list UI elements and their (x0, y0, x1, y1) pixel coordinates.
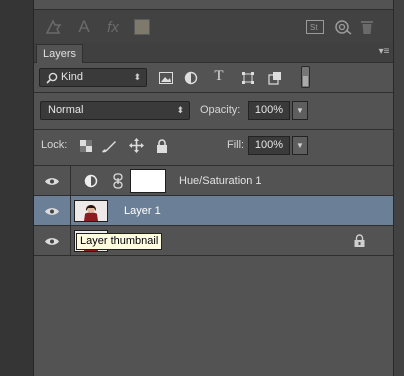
blend-row: Normal ⬍ Opacity: 100% ▼ (34, 93, 393, 123)
panel-menu-icon[interactable]: ▾≡ (377, 45, 391, 59)
adjustment-layer-icon (84, 174, 98, 191)
fill-field[interactable]: 100% (248, 136, 290, 155)
filter-row: Kind ⬍ T (34, 63, 393, 92)
type-filter-icon[interactable]: T (211, 68, 227, 84)
layer-name[interactable]: Layer 1 (124, 196, 161, 226)
chevron-updown-icon: ⬍ (176, 105, 184, 115)
color-swatch-icon[interactable] (134, 17, 150, 37)
filter-kind-dropdown[interactable]: Kind ⬍ (39, 68, 147, 87)
visibility-eye-icon[interactable] (34, 226, 71, 256)
lock-image-pixels-icon[interactable] (101, 137, 117, 154)
tooltip: Layer thumbnail (76, 233, 163, 250)
layer-lock-icon (354, 234, 365, 250)
fill-label: Fill: (227, 139, 245, 151)
fill-slider-button[interactable]: ▼ (292, 136, 308, 155)
panel-above-cap (34, 0, 393, 9)
left-dock-strip (0, 0, 34, 376)
lock-transparent-pixels-icon[interactable] (78, 137, 94, 154)
layer-row[interactable]: Hue/Saturation 1 (34, 166, 393, 196)
chevron-updown-icon: ⬍ (133, 72, 141, 82)
blend-mode-label: Normal (48, 104, 84, 116)
svg-text:St: St (310, 23, 318, 32)
lock-all-icon[interactable] (154, 137, 170, 154)
blend-mode-dropdown[interactable]: Normal ⬍ (40, 101, 190, 120)
visibility-eye-icon[interactable] (34, 166, 71, 196)
filter-kind-label: Kind (61, 71, 84, 83)
visibility-eye-icon[interactable] (34, 196, 71, 226)
panel-tab-bar: Layers ▾≡ (34, 43, 393, 63)
text-icon[interactable]: A (76, 17, 92, 37)
chain-link-icon[interactable] (113, 173, 123, 192)
layer-row-selected[interactable]: Layer 1 (34, 196, 393, 226)
search-icon (46, 72, 58, 84)
filter-toggle-switch[interactable] (301, 66, 310, 88)
tab-layers[interactable]: Layers (36, 44, 83, 63)
right-scrollbar[interactable] (393, 0, 404, 376)
layer-name[interactable]: Hue/Saturation 1 (179, 166, 262, 196)
image-filter-icon[interactable] (158, 70, 174, 85)
adjustment-filter-icon[interactable] (183, 70, 199, 85)
opacity-field[interactable]: 100% (248, 101, 290, 120)
layer-mask-thumbnail[interactable] (130, 169, 166, 193)
lock-position-icon[interactable] (128, 137, 144, 154)
opacity-slider-button[interactable]: ▼ (292, 101, 308, 120)
opacity-label: Opacity: (200, 104, 241, 116)
sample-swatch-icon[interactable]: St (305, 17, 325, 37)
trash-icon[interactable] (359, 17, 375, 37)
lock-label: Lock: (41, 139, 68, 151)
lock-row: Lock: Fill: 100% ▼ (34, 130, 393, 160)
layers-panel: Layers ▾≡ Kind ⬍ T Normal ⬍ Opacity: 100… (34, 43, 393, 376)
smart-object-filter-icon[interactable] (267, 70, 283, 85)
fx-icon[interactable]: fx (102, 17, 124, 37)
warp-text-icon[interactable] (44, 17, 64, 37)
cloud-sync-icon[interactable] (332, 17, 354, 37)
shape-filter-icon[interactable] (240, 70, 256, 85)
layer-thumbnail[interactable] (74, 200, 108, 222)
character-toolbar: A fx St (34, 9, 393, 45)
